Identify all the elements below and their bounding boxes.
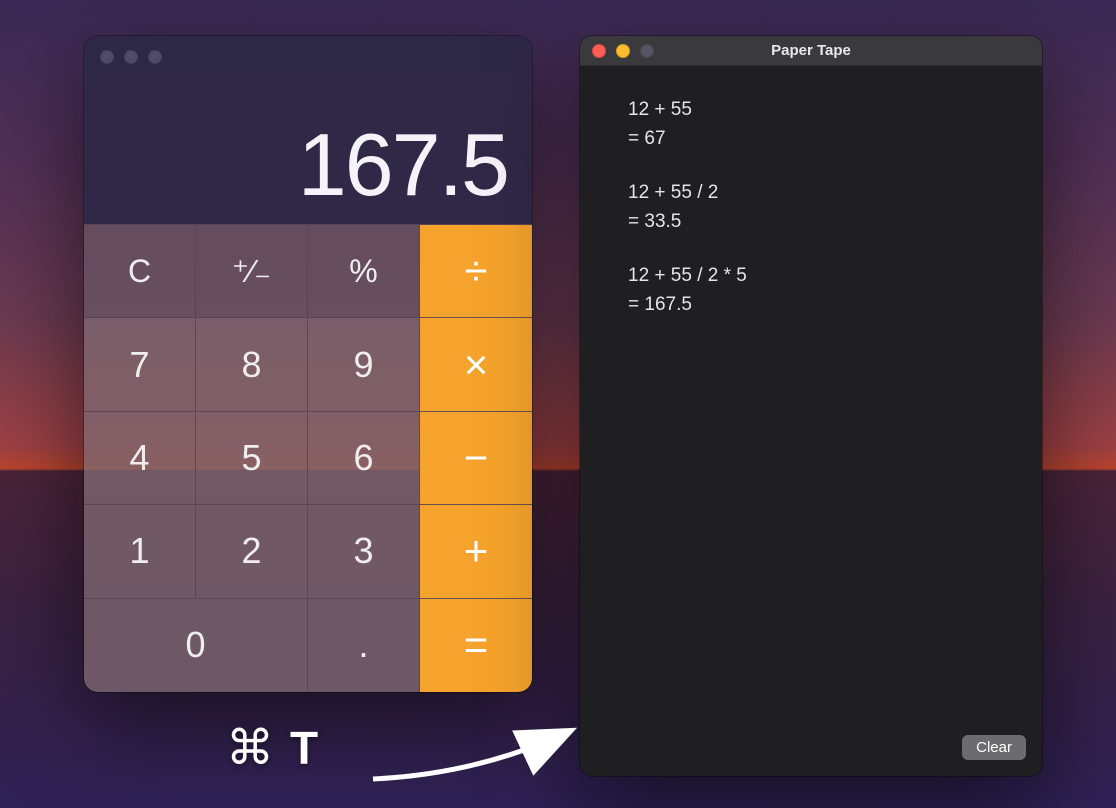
key-plus[interactable]: + (420, 505, 532, 598)
paper-tape-window: Paper Tape 12 + 55= 6712 + 55 / 2= 33.51… (580, 36, 1042, 776)
tape-entry: 12 + 55 / 2 * 5= 167.5 (628, 262, 1002, 319)
paper-tape-titlebar[interactable]: Paper Tape (580, 36, 1042, 66)
calculator-display-area: 167.5 (84, 36, 532, 224)
command-icon: ⌘ (226, 720, 274, 776)
key-plusminus[interactable]: ⁺∕₋ (196, 225, 308, 318)
zoom-icon[interactable] (148, 50, 162, 64)
key-7[interactable]: 7 (84, 318, 196, 411)
key-6[interactable]: 6 (308, 412, 420, 505)
minimize-icon[interactable] (616, 44, 630, 58)
tape-expression: 12 + 55 / 2 (628, 179, 1002, 208)
calculator-keypad: C ⁺∕₋ % ÷ 7 8 9 × 4 5 6 − 1 2 3 + 0 . = (84, 224, 532, 692)
paper-tape-footer: Clear (580, 735, 1042, 776)
key-percent[interactable]: % (308, 225, 420, 318)
arrow-icon (368, 724, 588, 794)
shortcut-annotation: ⌘ T (226, 720, 318, 776)
tape-result: = 167.5 (628, 291, 1002, 320)
key-divide[interactable]: ÷ (420, 225, 532, 318)
key-3[interactable]: 3 (308, 505, 420, 598)
tape-expression: 12 + 55 / 2 * 5 (628, 262, 1002, 291)
key-clear[interactable]: C (84, 225, 196, 318)
key-multiply[interactable]: × (420, 318, 532, 411)
close-icon[interactable] (592, 44, 606, 58)
key-equals[interactable]: = (420, 599, 532, 692)
tape-entry: 12 + 55= 67 (628, 96, 1002, 153)
paper-tape-traffic-lights (580, 44, 654, 58)
tape-result: = 33.5 (628, 208, 1002, 237)
key-9[interactable]: 9 (308, 318, 420, 411)
close-icon[interactable] (100, 50, 114, 64)
paper-tape-body[interactable]: 12 + 55= 67 12 + 55 / 2= 33.5 12 + 55 / 2 … (580, 66, 1042, 735)
shortcut-key: T (290, 721, 318, 775)
tape-entry: 12 + 55 / 2= 33.5 (628, 179, 1002, 236)
calculator-window: 167.5 C ⁺∕₋ % ÷ 7 8 9 × 4 5 6 − 1 2 3 + … (84, 36, 532, 692)
key-decimal[interactable]: . (308, 599, 420, 692)
key-5[interactable]: 5 (196, 412, 308, 505)
key-0[interactable]: 0 (84, 599, 308, 692)
calculator-display: 167.5 (84, 64, 532, 224)
key-2[interactable]: 2 (196, 505, 308, 598)
tape-result: = 67 (628, 125, 1002, 154)
key-4[interactable]: 4 (84, 412, 196, 505)
key-1[interactable]: 1 (84, 505, 196, 598)
calculator-traffic-lights (84, 36, 532, 64)
tape-expression: 12 + 55 (628, 96, 1002, 125)
key-minus[interactable]: − (420, 412, 532, 505)
clear-button[interactable]: Clear (962, 735, 1026, 760)
minimize-icon[interactable] (124, 50, 138, 64)
key-8[interactable]: 8 (196, 318, 308, 411)
zoom-icon[interactable] (640, 44, 654, 58)
